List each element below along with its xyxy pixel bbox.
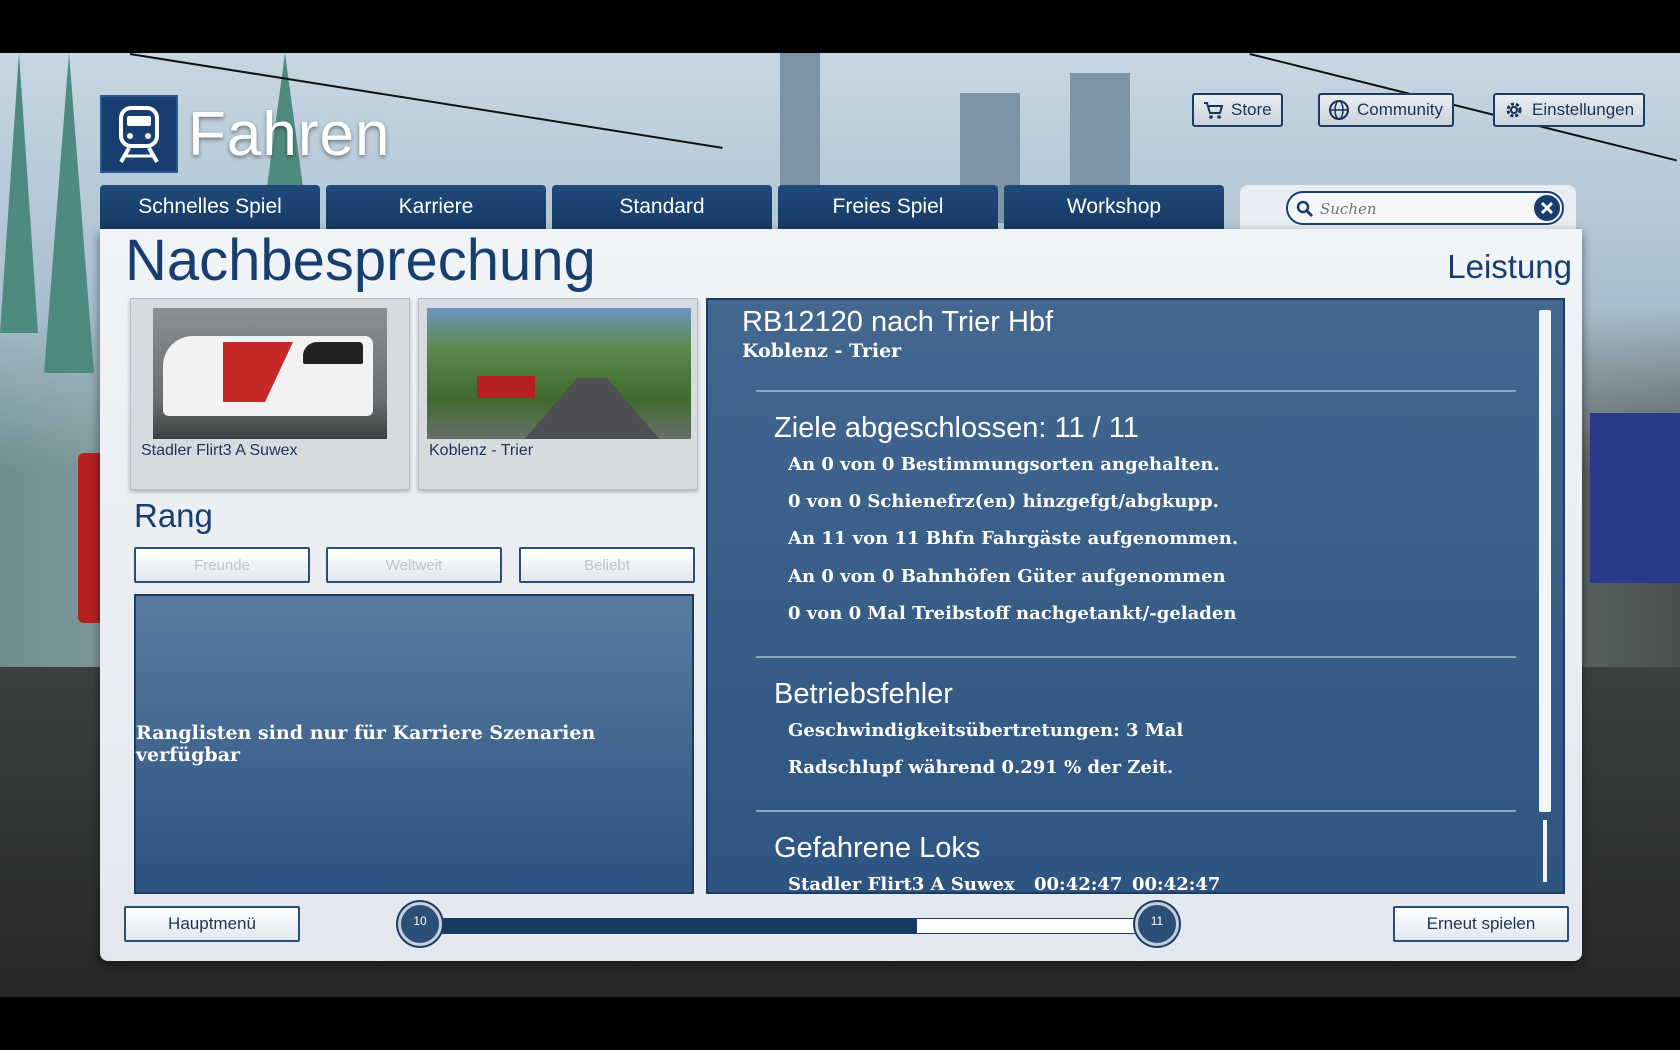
train-icon [119, 106, 159, 163]
goals-heading: Ziele abgeschlossen: 11 / 11 [774, 412, 1139, 444]
tab-schnelles-spiel[interactable]: Schnelles Spiel [100, 185, 320, 229]
gear-icon [1506, 102, 1522, 118]
community-label: Community [1357, 100, 1443, 119]
worldwide-button[interactable]: Weltweit [326, 547, 502, 583]
tab-freies-spiel[interactable]: Freies Spiel [778, 185, 998, 229]
goal-line: An 0 von 0 Bestimmungsorten angehalten. [788, 454, 1220, 475]
scrollbar-track [1543, 820, 1547, 882]
divider [756, 390, 1516, 392]
performance-panel: RB12120 nach Trier Hbf Koblenz - Trier Z… [706, 298, 1565, 894]
route-card[interactable]: Koblenz - Trier [418, 298, 698, 490]
search-box[interactable] [1286, 191, 1564, 225]
level-progress-fill [429, 919, 918, 933]
divider [756, 810, 1516, 812]
scenario-title: RB12120 nach Trier Hbf [742, 306, 1054, 338]
leaderboard-message: Ranglisten sind nur für Karriere Szenari… [136, 722, 596, 766]
train-thumbnail [153, 308, 387, 439]
errors-heading: Betriebsfehler [774, 678, 953, 710]
store-label: Store [1231, 100, 1272, 119]
performance-heading: Leistung [1447, 248, 1572, 285]
error-line: Radschlupf während 0.291 % der Zeit. [788, 757, 1174, 778]
settings-button[interactable]: Einstellungen [1493, 93, 1646, 127]
tab-karriere[interactable]: Karriere [326, 185, 546, 229]
level-progress-bar [428, 918, 1148, 934]
blue-train [1590, 413, 1680, 583]
replay-button[interactable]: Erneut spielen [1393, 906, 1569, 942]
skyline-building [780, 53, 820, 203]
divider [756, 656, 1516, 658]
scrollbar-thumb[interactable] [1539, 310, 1551, 812]
train-card[interactable]: Stadler Flirt3 A Suwex [130, 298, 410, 490]
search-icon [1296, 200, 1314, 218]
scenario-route: Koblenz - Trier [742, 340, 902, 362]
app-title: Fahren [188, 100, 391, 169]
main-menu-button[interactable]: Hauptmenü [124, 906, 300, 942]
search-input[interactable] [1318, 196, 1522, 222]
route-card-caption: Koblenz - Trier [429, 442, 534, 459]
train-card-caption: Stadler Flirt3 A Suwex [141, 442, 298, 459]
store-button[interactable]: Store [1192, 93, 1283, 127]
globe-icon [1329, 100, 1349, 120]
error-line: Geschwindigkeitsübertretungen: 3 Mal [788, 720, 1184, 741]
leaderboard-panel: Ranglisten sind nur für Karriere Szenari… [134, 594, 694, 894]
rail-track [517, 378, 667, 439]
page-title: Nachbesprechung [125, 228, 596, 293]
goal-line: 0 von 0 Mal Treibstoff nachgetankt/-gela… [788, 603, 1237, 624]
train-window [303, 342, 363, 364]
loco-time: 00:42:47 [1132, 874, 1221, 894]
route-thumbnail [427, 308, 691, 439]
train-logo [100, 95, 178, 173]
community-button[interactable]: Community [1318, 93, 1454, 127]
goal-line: An 0 von 0 Bahnhöfen Güter aufgenommen [788, 566, 1226, 587]
friends-button[interactable]: Freunde [134, 547, 310, 583]
route-train [477, 376, 535, 398]
tab-workshop[interactable]: Workshop [1004, 185, 1224, 229]
scrollbar[interactable] [1539, 310, 1551, 882]
close-icon [1540, 201, 1554, 215]
clear-search-button[interactable] [1534, 195, 1560, 221]
current-level-badge: 10 [398, 902, 442, 946]
loco-name: Stadler Flirt3 A Suwex [788, 874, 1015, 894]
rank-heading: Rang [134, 497, 213, 534]
loco-time: 00:42:47 [1034, 874, 1123, 894]
settings-label: Einstellungen [1532, 100, 1635, 119]
cart-icon [1204, 102, 1224, 119]
popular-button[interactable]: Beliebt [519, 547, 695, 583]
next-level-badge: 11 [1135, 902, 1179, 946]
tab-standard[interactable]: Standard [552, 185, 772, 229]
goal-line: An 11 von 11 Bhfn Fahrgäste aufgenommen. [788, 528, 1239, 549]
locos-heading: Gefahrene Loks [774, 832, 981, 864]
goal-line: 0 von 0 Schienefrz(en) hinzgefgt/abgkupp… [788, 491, 1219, 512]
